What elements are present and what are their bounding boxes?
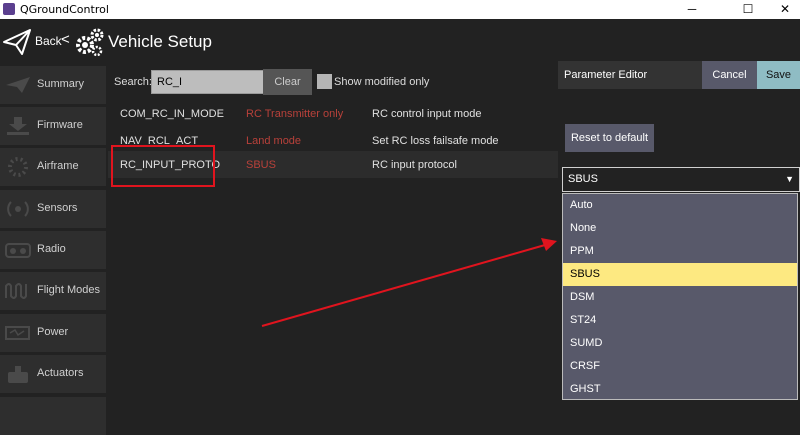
back-button[interactable]: Back bbox=[35, 34, 62, 48]
sidebar-item-firmware[interactable]: Firmware bbox=[0, 107, 106, 145]
radio-icon bbox=[5, 243, 31, 258]
minimize-button[interactable]: ─ bbox=[677, 0, 707, 19]
value-dropdown: Auto None PPM SBUS DSM ST24 SUMD CRSF GH… bbox=[562, 193, 798, 400]
value-select[interactable]: SBUS ▼ bbox=[562, 167, 800, 192]
value-select-current: SBUS bbox=[568, 173, 598, 185]
clear-button[interactable]: Clear bbox=[263, 69, 312, 95]
sidebar-item-label: Power bbox=[37, 326, 69, 338]
highlight-box bbox=[111, 145, 215, 187]
plane-icon bbox=[6, 77, 30, 93]
dropdown-option[interactable]: Auto bbox=[563, 194, 797, 217]
gears-icon bbox=[76, 28, 104, 57]
table-row[interactable]: COM_RC_IN_MODE RC Transmitter only RC co… bbox=[108, 100, 558, 127]
qgc-logo-icon[interactable] bbox=[2, 27, 32, 57]
parameter-editor: Parameter Editor Cancel Save Reset to de… bbox=[558, 60, 800, 413]
dropdown-option-selected[interactable]: SBUS bbox=[563, 263, 797, 286]
dropdown-option[interactable]: None bbox=[563, 217, 797, 240]
dropdown-option[interactable]: SUMD bbox=[563, 332, 797, 355]
editor-title: Parameter Editor bbox=[558, 61, 703, 89]
search-input[interactable]: RC_I bbox=[151, 70, 266, 94]
sensors-icon bbox=[7, 201, 29, 217]
sidebar-item-more[interactable] bbox=[0, 397, 106, 435]
sidebar-item-label: Airframe bbox=[37, 160, 79, 172]
dropdown-option[interactable]: PPM bbox=[563, 240, 797, 263]
page-title: Vehicle Setup bbox=[108, 32, 212, 51]
dropdown-option[interactable]: DSM bbox=[563, 286, 797, 309]
chevron-down-icon: ▼ bbox=[785, 174, 794, 184]
window-titlebar: QGroundControl ─ ☐ ✕ bbox=[0, 0, 800, 19]
param-value: RC Transmitter only bbox=[246, 108, 344, 120]
sidebar-item-label: Summary bbox=[37, 78, 85, 90]
show-modified-label: Show modified only bbox=[334, 76, 430, 88]
param-description: RC input protocol bbox=[372, 159, 457, 171]
close-button[interactable]: ✕ bbox=[770, 0, 800, 19]
download-icon bbox=[7, 117, 29, 135]
flight-modes-icon bbox=[5, 283, 27, 299]
dropdown-option[interactable]: ST24 bbox=[563, 309, 797, 332]
maximize-button[interactable]: ☐ bbox=[733, 0, 763, 19]
param-description: Set RC loss failsafe mode bbox=[372, 135, 499, 147]
sidebar-item-label: Radio bbox=[37, 243, 66, 255]
reset-to-default-button[interactable]: Reset to default bbox=[565, 124, 654, 152]
dropdown-option[interactable]: CRSF bbox=[563, 355, 797, 378]
param-name: COM_RC_IN_MODE bbox=[120, 108, 224, 120]
toolbar: Back < Vehicle Setup bbox=[0, 19, 800, 65]
dropdown-option[interactable]: GHST bbox=[563, 378, 797, 401]
sidebar-item-power[interactable]: Power bbox=[0, 314, 106, 352]
actuators-icon bbox=[8, 366, 28, 383]
param-value: Land mode bbox=[246, 135, 302, 147]
back-separator: < bbox=[61, 31, 70, 48]
app-icon bbox=[3, 3, 15, 15]
search-label: Search: bbox=[114, 76, 152, 88]
sidebar-item-label: Actuators bbox=[37, 367, 84, 379]
sidebar-item-flight-modes[interactable]: Flight Modes bbox=[0, 272, 106, 310]
sidebar-item-label: Flight Modes bbox=[37, 284, 100, 296]
power-icon bbox=[5, 326, 30, 340]
sidebar-item-airframe[interactable]: Airframe bbox=[0, 148, 106, 186]
sidebar-item-actuators[interactable]: Actuators bbox=[0, 355, 106, 393]
sidebar-item-radio[interactable]: Radio bbox=[0, 231, 106, 269]
cancel-button[interactable]: Cancel bbox=[702, 61, 757, 89]
sidebar-item-label: Firmware bbox=[37, 119, 83, 131]
sidebar-item-sensors[interactable]: Sensors bbox=[0, 190, 106, 228]
sidebar-item-summary[interactable]: Summary bbox=[0, 66, 106, 104]
param-description: RC control input mode bbox=[372, 108, 482, 120]
save-button[interactable]: Save bbox=[757, 61, 800, 89]
airframe-icon bbox=[8, 157, 28, 177]
parameter-list-panel: Search: RC_I Clear Show modified only CO… bbox=[108, 66, 558, 413]
param-value: SBUS bbox=[246, 159, 276, 171]
sidebar: Summary Firmware Airframe Sensors Radio … bbox=[0, 66, 108, 435]
show-modified-checkbox[interactable] bbox=[317, 74, 332, 89]
sidebar-item-label: Sensors bbox=[37, 202, 78, 214]
window-title: QGroundControl bbox=[20, 3, 109, 16]
